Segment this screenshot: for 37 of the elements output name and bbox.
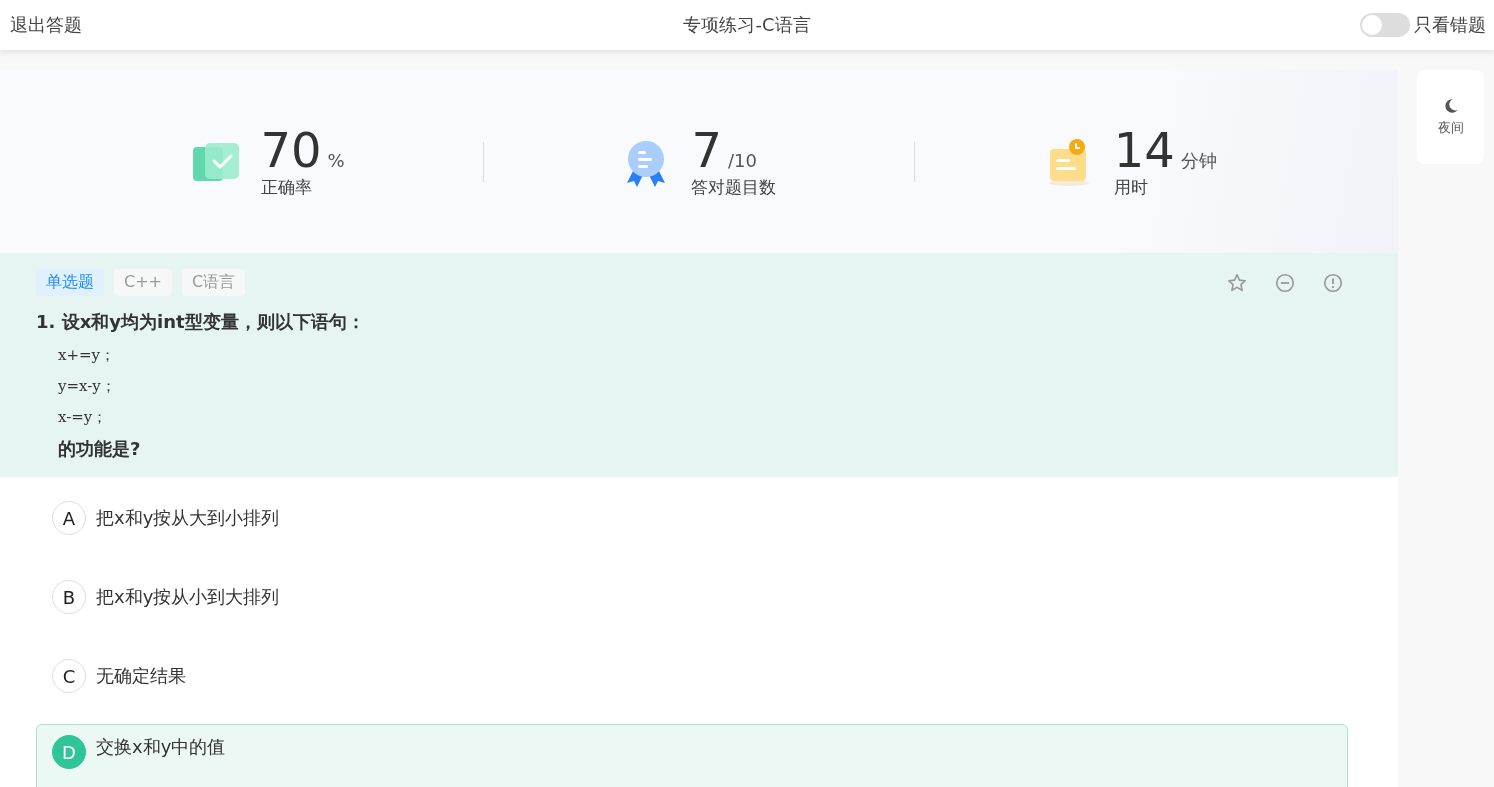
- option-letter: D: [52, 735, 86, 769]
- stat-label: 用时: [1113, 176, 1149, 199]
- toggle-switch[interactable]: [1360, 13, 1410, 37]
- stat-label: 正确率: [260, 176, 313, 199]
- minus-circle-icon[interactable]: [1274, 271, 1296, 294]
- answer-option[interactable]: B 把x和y按从小到大排列: [36, 578, 1348, 616]
- stat-unit: /10: [728, 150, 757, 171]
- stat-value: 14: [1113, 124, 1175, 176]
- code-line: y=x-y；: [58, 377, 117, 396]
- stat-value: 70: [260, 124, 322, 176]
- stat-label: 答对题目数: [691, 176, 777, 199]
- option-text: 无确定结果: [96, 664, 186, 688]
- option-letter: C: [52, 659, 86, 693]
- answer-option[interactable]: A 把x和y按从大到小排列: [36, 499, 1348, 537]
- answer-option[interactable]: D 交换x和y中的值: [36, 724, 1348, 787]
- night-mode-button[interactable]: 夜间: [1417, 70, 1484, 164]
- option-text: 交换x和y中的值: [96, 735, 226, 759]
- toggle-label: 只看错题: [1414, 13, 1486, 37]
- answer-option[interactable]: C 无确定结果: [36, 657, 1348, 695]
- option-text: 把x和y按从小到大排列: [96, 585, 280, 609]
- stat-unit: 分钟: [1180, 149, 1217, 173]
- question-tag: 单选题: [36, 269, 104, 296]
- warning-icon[interactable]: [1322, 271, 1344, 294]
- question-tag: C++: [114, 269, 172, 296]
- code-line: x+=y；: [58, 346, 117, 365]
- page-title: 专项练习-C语言: [683, 13, 811, 37]
- option-letter: A: [52, 501, 86, 535]
- option-text: 把x和y按从大到小排列: [96, 506, 280, 530]
- stat-unit: %: [327, 150, 345, 171]
- exit-link[interactable]: 退出答题: [10, 13, 82, 37]
- stat-value: 7: [691, 124, 722, 176]
- option-letter: B: [52, 580, 86, 614]
- question-title: 1. 设x和y均为int型变量，则以下语句：: [36, 310, 366, 334]
- code-line: x-=y；: [58, 408, 109, 427]
- question-tag: C语言: [182, 269, 246, 296]
- star-icon[interactable]: [1226, 271, 1248, 294]
- question-text: 的功能是?: [58, 437, 142, 461]
